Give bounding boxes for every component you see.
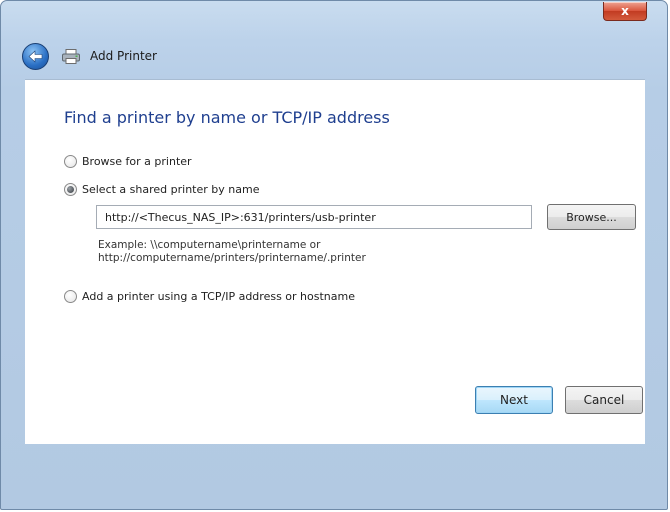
browse-radio-label: Browse for a printer — [82, 155, 192, 168]
option-shared[interactable]: Select a shared printer by name — [64, 183, 259, 196]
example-line-2: http://computername/printers/printername… — [98, 252, 366, 264]
tcpip-radio[interactable] — [64, 290, 77, 303]
wizard-header: Add Printer — [1, 43, 667, 77]
back-button[interactable] — [22, 43, 49, 70]
shared-printer-name-input[interactable] — [96, 205, 532, 229]
cancel-button[interactable]: Cancel — [565, 386, 643, 414]
page-heading: Find a printer by name or TCP/IP address — [64, 108, 390, 127]
option-browse[interactable]: Browse for a printer — [64, 155, 192, 168]
tcpip-radio-label: Add a printer using a TCP/IP address or … — [82, 290, 355, 303]
back-arrow-icon — [28, 50, 43, 63]
close-icon: x — [621, 4, 629, 18]
printer-icon — [62, 49, 80, 64]
shared-printer-radio[interactable] — [64, 183, 77, 196]
window-title: Add Printer — [90, 49, 157, 63]
add-printer-window: x Add Printer Find a printer by name or … — [0, 0, 668, 510]
browse-button[interactable]: Browse... — [547, 204, 636, 230]
close-button[interactable]: x — [603, 2, 647, 21]
next-button[interactable]: Next — [475, 386, 553, 414]
example-line-1: Example: \\computername\printername or — [98, 239, 321, 251]
shared-printer-radio-label: Select a shared printer by name — [82, 183, 260, 196]
option-tcpip[interactable]: Add a printer using a TCP/IP address or … — [64, 290, 355, 303]
example-text: Example: \\computername\printername or h… — [98, 239, 366, 265]
browse-radio[interactable] — [64, 155, 77, 168]
